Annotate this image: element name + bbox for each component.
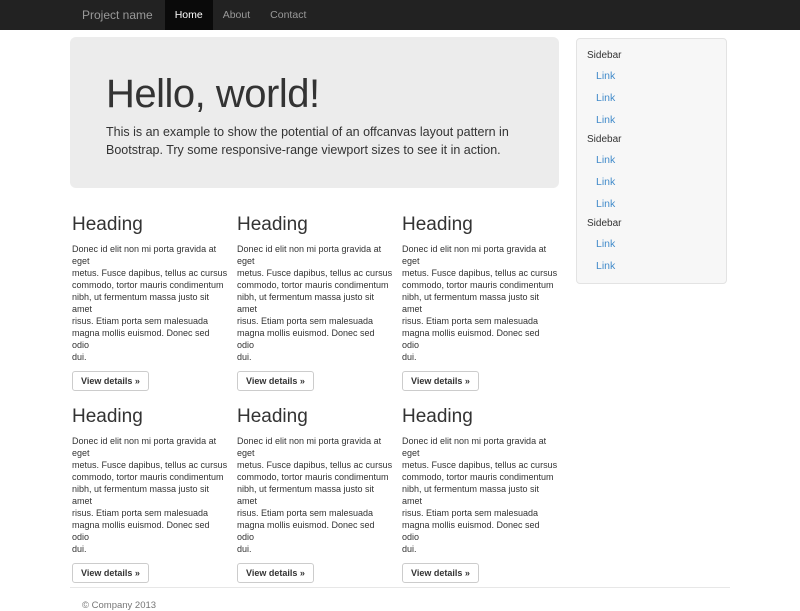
- footer-divider: [70, 587, 730, 588]
- content-card: Heading Donec id elit non mi porta gravi…: [237, 214, 394, 391]
- sidebar-group-3: Sidebar Link Link: [587, 215, 716, 277]
- sidebar-link[interactable]: Link: [587, 255, 716, 277]
- sidebar-heading: Sidebar: [587, 215, 716, 233]
- content-card: Heading Donec id elit non mi porta gravi…: [72, 406, 229, 583]
- content-card: Heading Donec id elit non mi porta gravi…: [402, 214, 559, 391]
- card-heading: Heading: [402, 406, 559, 427]
- page-container: Hello, world! This is an example to show…: [70, 30, 730, 611]
- sidebar-link[interactable]: Link: [587, 193, 716, 215]
- card-heading: Heading: [402, 214, 559, 235]
- content-card: Heading Donec id elit non mi porta gravi…: [402, 406, 559, 583]
- copyright-text: © Company 2013: [70, 600, 730, 611]
- card-body: Donec id elit non mi porta gravida at eg…: [237, 243, 394, 363]
- jumbotron: Hello, world! This is an example to show…: [70, 37, 559, 188]
- jumbotron-title: Hello, world!: [106, 73, 523, 115]
- content-card: Heading Donec id elit non mi porta gravi…: [72, 214, 229, 391]
- sidebar-heading: Sidebar: [587, 47, 716, 65]
- view-details-button[interactable]: View details »: [237, 563, 314, 583]
- sidebar-link[interactable]: Link: [587, 233, 716, 255]
- sidebar-link[interactable]: Link: [587, 65, 716, 87]
- card-body: Donec id elit non mi porta gravida at eg…: [237, 435, 394, 555]
- view-details-button[interactable]: View details »: [402, 563, 479, 583]
- card-heading: Heading: [237, 214, 394, 235]
- view-details-button[interactable]: View details »: [72, 371, 149, 391]
- navbar: Project name Home About Contact: [0, 0, 800, 30]
- sidebar-link[interactable]: Link: [587, 109, 716, 131]
- navbar-brand[interactable]: Project name: [70, 0, 159, 30]
- content-card: Heading Donec id elit non mi porta gravi…: [237, 406, 394, 583]
- view-details-button[interactable]: View details »: [72, 563, 149, 583]
- card-heading: Heading: [72, 214, 229, 235]
- view-details-button[interactable]: View details »: [237, 371, 314, 391]
- view-details-button[interactable]: View details »: [402, 371, 479, 391]
- nav-item-about[interactable]: About: [213, 0, 260, 30]
- sidebar: Sidebar Link Link Link Sidebar Link Link…: [576, 38, 727, 284]
- nav-item-home[interactable]: Home: [165, 0, 213, 30]
- sidebar-heading: Sidebar: [587, 131, 716, 149]
- card-heading: Heading: [72, 406, 229, 427]
- nav-item-contact[interactable]: Contact: [260, 0, 316, 30]
- sidebar-group-2: Sidebar Link Link Link: [587, 131, 716, 215]
- content-row-1: Heading Donec id elit non mi porta gravi…: [70, 214, 559, 391]
- navbar-menu: Home About Contact: [165, 0, 317, 30]
- card-body: Donec id elit non mi porta gravida at eg…: [72, 435, 229, 555]
- jumbotron-text: This is an example to show the potential…: [106, 123, 523, 159]
- card-body: Donec id elit non mi porta gravida at eg…: [402, 435, 559, 555]
- main-content: Hello, world! This is an example to show…: [70, 30, 559, 583]
- sidebar-link[interactable]: Link: [587, 149, 716, 171]
- sidebar-link[interactable]: Link: [587, 171, 716, 193]
- card-heading: Heading: [237, 406, 394, 427]
- sidebar-group-1: Sidebar Link Link Link: [587, 47, 716, 131]
- content-row-2: Heading Donec id elit non mi porta gravi…: [70, 406, 559, 583]
- footer: © Company 2013: [70, 587, 730, 611]
- sidebar-link[interactable]: Link: [587, 87, 716, 109]
- card-body: Donec id elit non mi porta gravida at eg…: [72, 243, 229, 363]
- card-body: Donec id elit non mi porta gravida at eg…: [402, 243, 559, 363]
